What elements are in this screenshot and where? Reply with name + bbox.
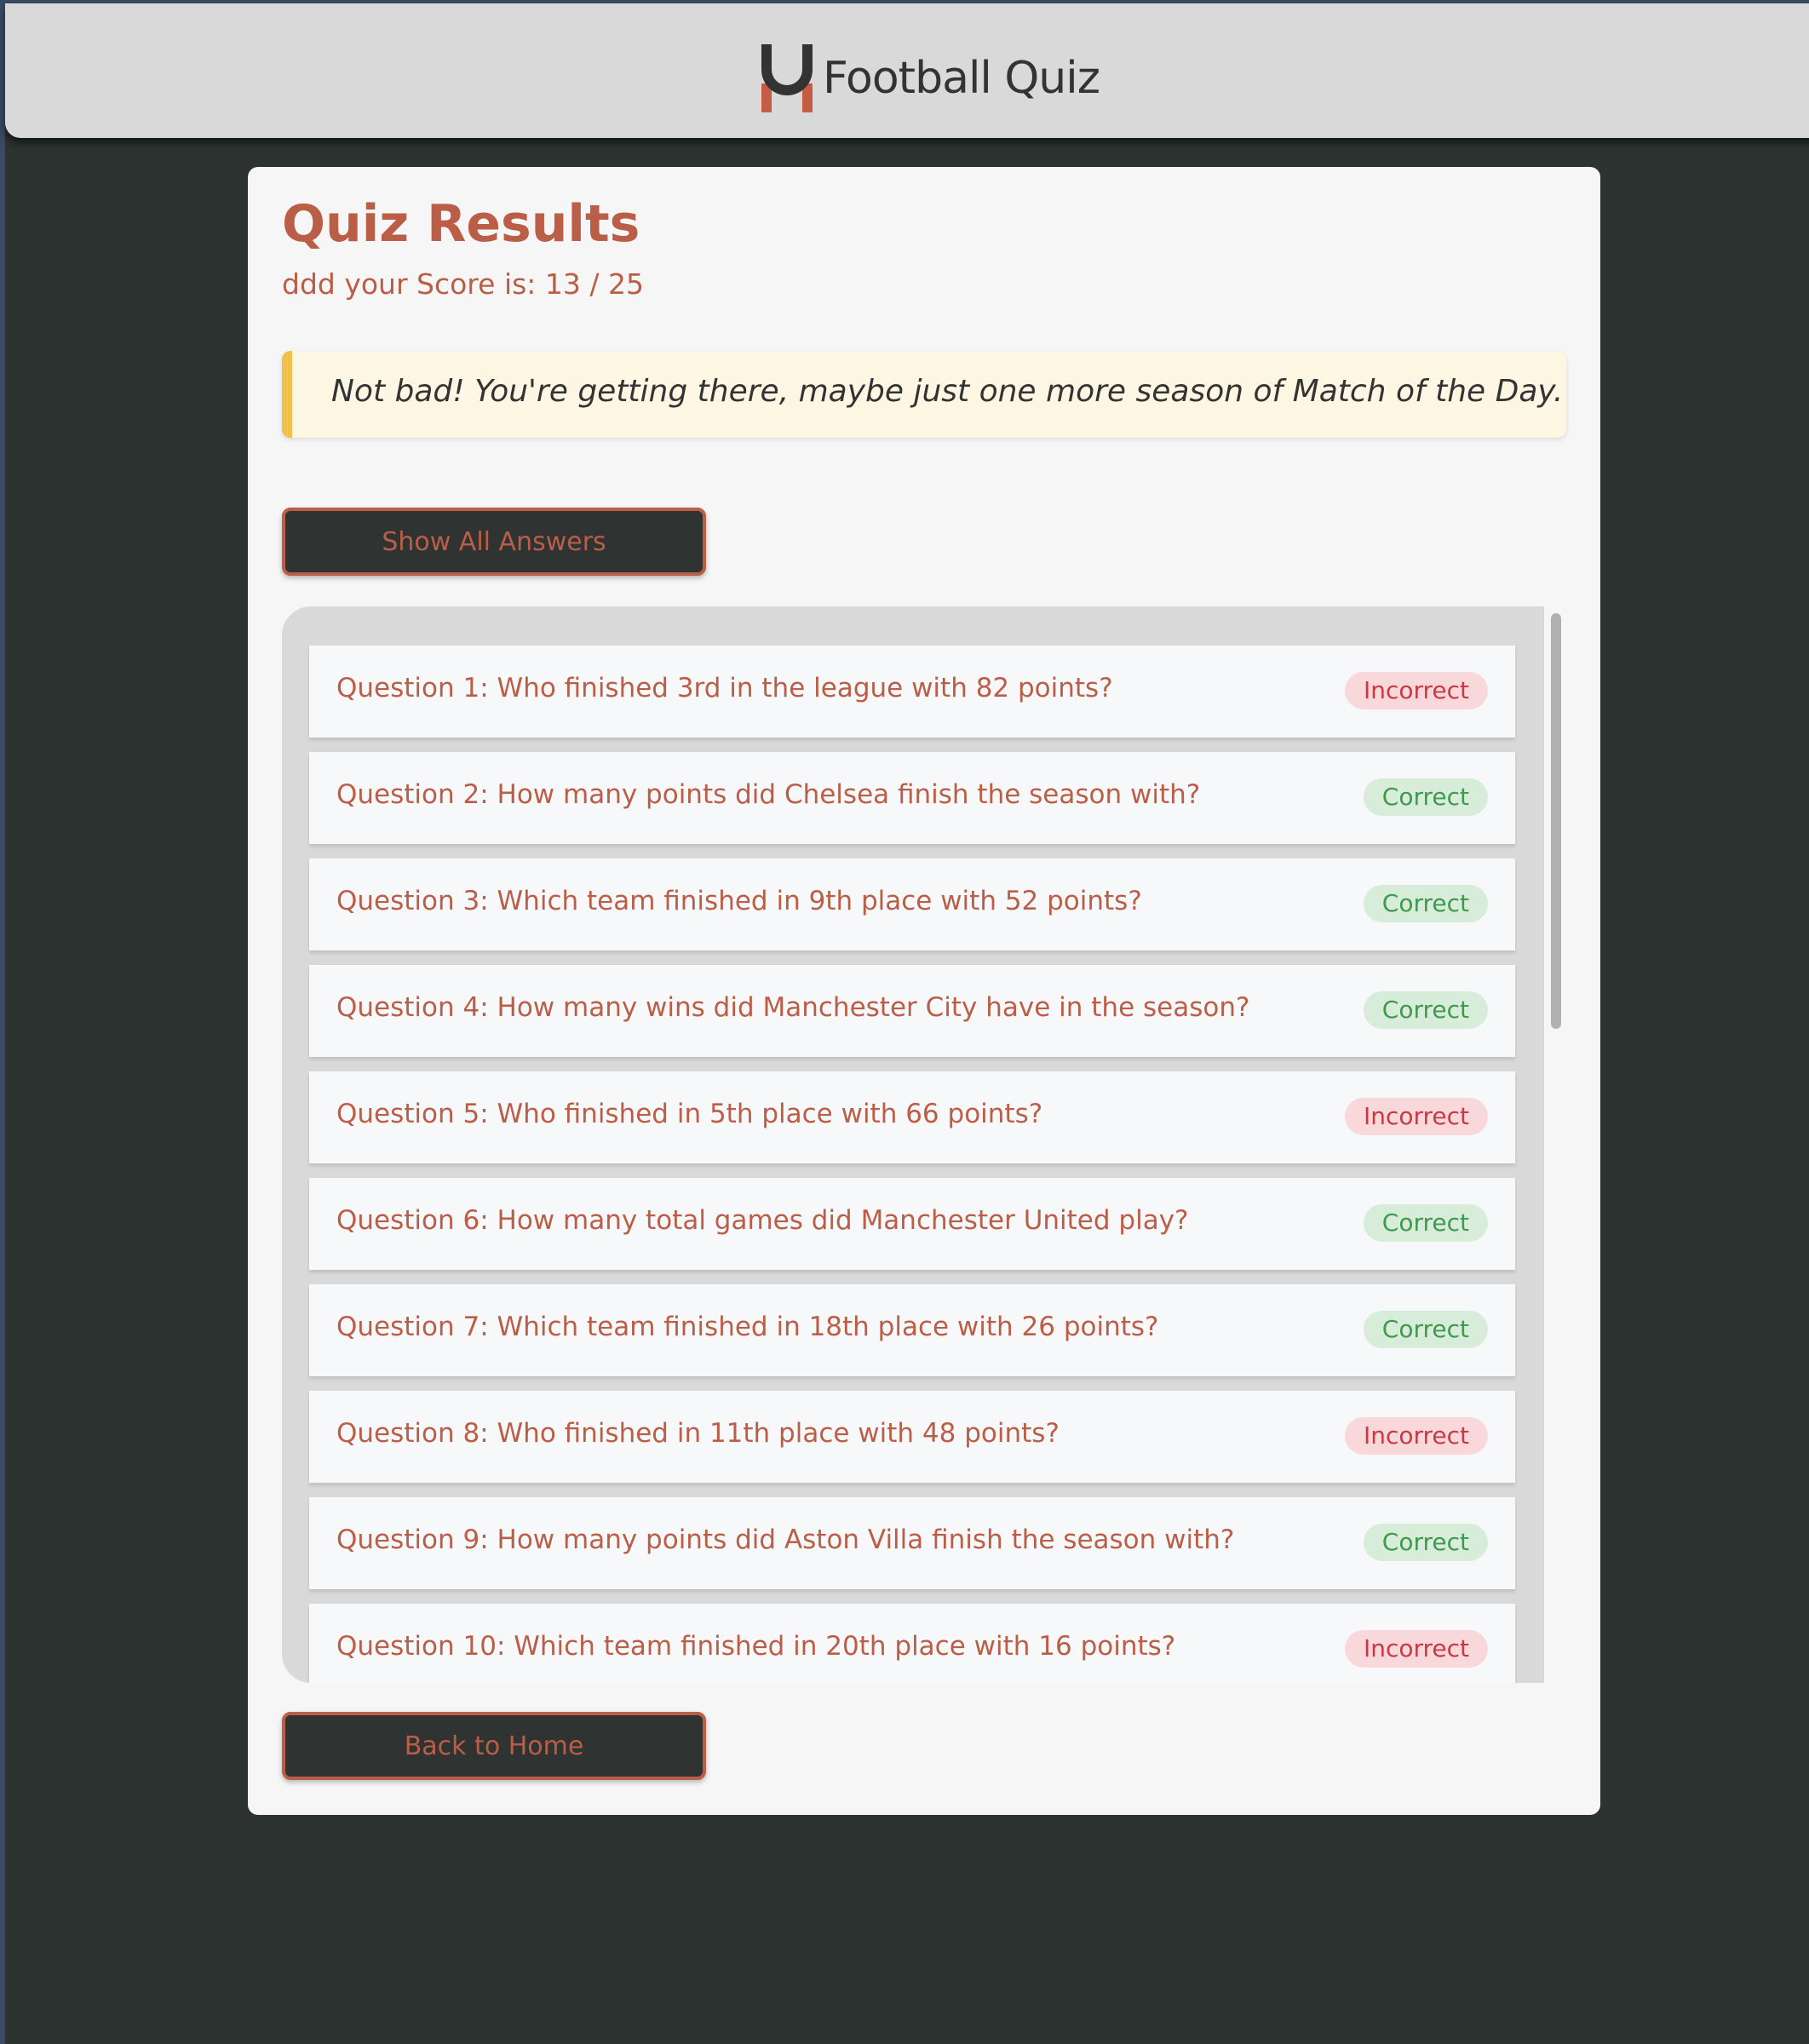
status-badge: Incorrect — [1344, 1098, 1488, 1135]
answer-question: Question 6: How many total games did Man… — [336, 1205, 1189, 1236]
answer-row[interactable]: Question 10: Which team finished in 20th… — [309, 1604, 1515, 1683]
status-badge: Correct — [1363, 778, 1488, 816]
results-card: Quiz Results ddd your Score is: 13 / 25 … — [248, 167, 1600, 1815]
status-badge: Correct — [1363, 885, 1488, 922]
answer-row[interactable]: Question 7: Which team finished in 18th … — [309, 1284, 1515, 1376]
answer-row[interactable]: Question 4: How many wins did Manchester… — [309, 965, 1515, 1057]
answer-question: Question 4: How many wins did Manchester… — [336, 992, 1250, 1023]
status-badge: Incorrect — [1344, 1630, 1488, 1668]
answer-row[interactable]: Question 1: Who finished 3rd in the leag… — [309, 646, 1515, 738]
answers-list: Question 1: Who finished 3rd in the leag… — [309, 646, 1515, 1683]
status-badge: Correct — [1363, 1524, 1488, 1561]
page: Football Quiz Quiz Results ddd your Scor… — [0, 0, 1809, 2044]
answers-scrollbar[interactable] — [1544, 606, 1566, 1683]
show-all-answers-button[interactable]: Show All Answers — [282, 508, 706, 576]
feedback-message: Not bad! You're getting there, maybe jus… — [282, 351, 1566, 438]
answer-question: Question 7: Which team finished in 18th … — [336, 1312, 1159, 1342]
football-quiz-logo-icon — [761, 44, 813, 112]
answer-row[interactable]: Question 2: How many points did Chelsea … — [309, 752, 1515, 844]
status-badge: Incorrect — [1344, 1417, 1488, 1455]
answer-row[interactable]: Question 5: Who finished in 5th place wi… — [309, 1071, 1515, 1163]
answer-question: Question 9: How many points did Aston Vi… — [336, 1524, 1235, 1555]
answer-question: Question 8: Who finished in 11th place w… — [336, 1418, 1060, 1449]
status-badge: Correct — [1363, 1311, 1488, 1348]
brand[interactable]: Football Quiz — [761, 44, 1100, 112]
app-header: Football Quiz — [5, 3, 1809, 138]
app-title: Football Quiz — [823, 53, 1100, 104]
score-text: ddd your Score is: 13 / 25 — [282, 267, 644, 301]
status-badge: Incorrect — [1344, 672, 1488, 709]
answer-question: Question 10: Which team finished in 20th… — [336, 1631, 1176, 1662]
answer-row[interactable]: Question 6: How many total games did Man… — [309, 1178, 1515, 1270]
answer-question: Question 1: Who finished 3rd in the leag… — [336, 673, 1113, 703]
answer-row[interactable]: Question 8: Who finished in 11th place w… — [309, 1391, 1515, 1483]
page-title: Quiz Results — [282, 194, 640, 254]
window-left-edge — [0, 0, 5, 2044]
status-badge: Correct — [1363, 991, 1488, 1029]
answer-question: Question 3: Which team finished in 9th p… — [336, 886, 1142, 916]
feedback-message-text: Not bad! You're getting there, maybe jus… — [331, 374, 1564, 409]
answer-row[interactable]: Question 9: How many points did Aston Vi… — [309, 1497, 1515, 1589]
back-to-home-button[interactable]: Back to Home — [282, 1712, 706, 1780]
answer-row[interactable]: Question 3: Which team finished in 9th p… — [309, 858, 1515, 950]
status-badge: Correct — [1363, 1204, 1488, 1242]
answers-scrollbar-thumb[interactable] — [1551, 613, 1561, 1029]
answer-question: Question 5: Who finished in 5th place wi… — [336, 1099, 1043, 1129]
answer-question: Question 2: How many points did Chelsea … — [336, 779, 1201, 810]
answers-scroll-area[interactable]: Question 1: Who finished 3rd in the leag… — [282, 606, 1566, 1683]
